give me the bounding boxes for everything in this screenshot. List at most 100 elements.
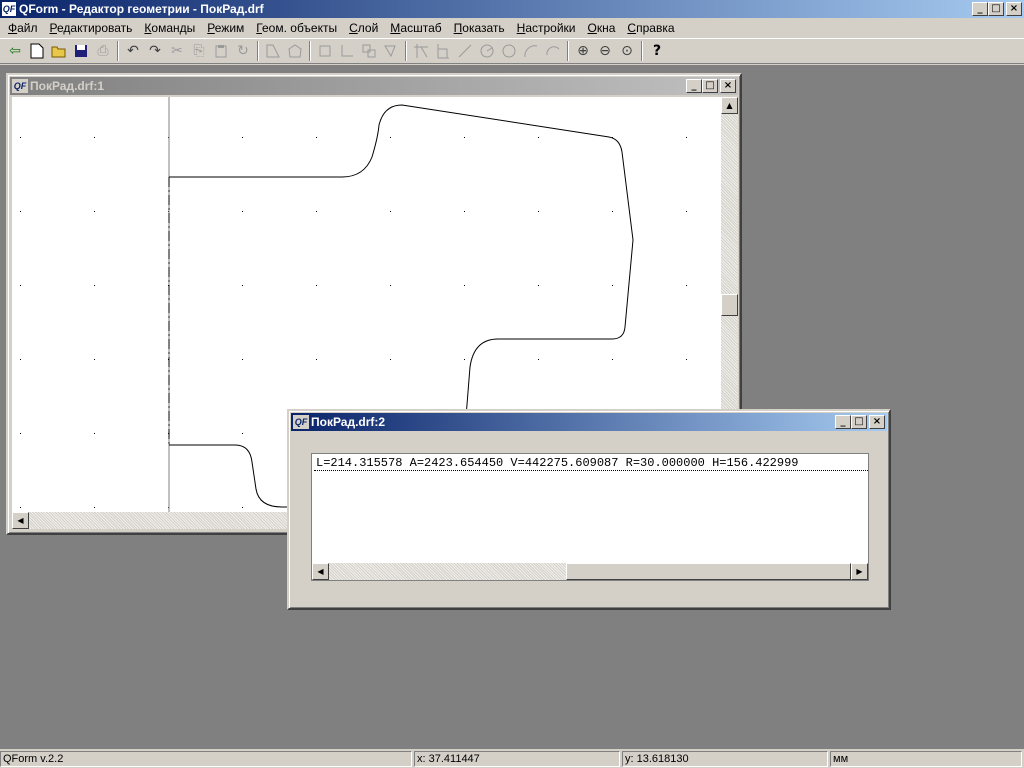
zoom-fit-icon[interactable]: ⊙ [616,40,638,62]
grid-dot [316,285,317,286]
open-folder-icon[interactable] [48,40,70,62]
child-minimize-button[interactable]: _ [835,415,851,429]
polygon-points-icon[interactable] [284,40,306,62]
part-contour-lower [169,444,292,508]
grid-dot [390,137,391,138]
qform-doc-icon[interactable]: QF [293,415,309,429]
child-maximize-button[interactable]: □ [851,415,867,429]
arc-icon[interactable] [520,40,542,62]
grid-dot [242,285,243,286]
part-contour [169,104,634,418]
qform-doc-icon[interactable]: QF [12,79,28,93]
results-window-title-bar[interactable]: QF ПокРад.drf:2 _ □ × [291,413,887,431]
child-maximize-button[interactable]: □ [702,79,718,93]
qform-app-icon[interactable]: QF [1,1,17,17]
menu-layer[interactable]: Слой [343,21,384,35]
status-units: мм [830,751,1022,767]
toolbar-separator [567,41,569,61]
toolbar-separator [117,41,119,61]
grid-dot [94,285,95,286]
rectangle-icon[interactable] [314,40,336,62]
polygon-icon[interactable] [262,40,284,62]
menu-file[interactable]: Файл [2,21,44,35]
results-listbox[interactable]: L=214.315578 A=2423.654450 V=442275.6090… [311,453,869,581]
grid-dot [94,433,95,434]
move-icon[interactable] [358,40,380,62]
child-close-button[interactable]: × [720,79,736,93]
copy-icon[interactable]: ⎘ [188,40,210,62]
mdi-workspace: QF ПокРад.drf:1 _ □ × ▲ ◀ QF ПокРад.drf:… [0,65,1024,749]
menu-mode[interactable]: Режим [201,21,250,35]
zoom-in-icon[interactable]: ⊕ [572,40,594,62]
app-title-bar[interactable]: QF QForm - Редактор геометрии - ПокРад.d… [0,0,1024,18]
scroll-left-button[interactable]: ◀ [312,563,329,580]
child-minimize-button[interactable]: _ [686,79,702,93]
new-file-icon[interactable] [26,40,48,62]
toolbar-separator [309,41,311,61]
grid-dot [538,359,539,360]
vertical-scroll-thumb[interactable] [721,294,738,316]
arc-three-point-icon[interactable] [542,40,564,62]
circle-center-icon[interactable] [476,40,498,62]
status-bar: QForm v.2.2 x: 37.411447 y: 13.618130 мм [0,750,1024,768]
horizontal-scroll-thumb[interactable] [566,563,851,580]
grid-dot [390,211,391,212]
line-icon[interactable] [454,40,476,62]
undo-icon[interactable]: ↶ [122,40,144,62]
rotate-icon[interactable] [380,40,402,62]
scroll-up-button[interactable]: ▲ [721,97,738,114]
scroll-left-button[interactable]: ◀ [12,512,29,529]
maximize-button[interactable]: □ [988,2,1004,16]
grid-dot [612,211,613,212]
menu-edit[interactable]: Редактировать [44,21,139,35]
grid-dot [686,137,687,138]
grid-dot [94,507,95,508]
grid-dot [612,285,613,286]
grid-dot [242,137,243,138]
grid-dot [242,507,243,508]
close-button[interactable]: × [1006,2,1022,16]
menu-geom-objects[interactable]: Геом. объекты [250,21,343,35]
menu-commands[interactable]: Команды [138,21,201,35]
circle-icon[interactable] [498,40,520,62]
menu-scale[interactable]: Масштаб [384,21,447,35]
trim-icon[interactable] [410,40,432,62]
toolbar: ⇦ ⎙ ↶ ↷ ✂ ⎘ ↻ ⊕ ⊖ ⊙ ? [0,38,1024,64]
status-version: QForm v.2.2 [0,751,412,767]
geometry-window-title-bar[interactable]: QF ПокРад.drf:1 _ □ × [10,77,738,95]
status-y-coordinate: y: 13.618130 [622,751,828,767]
child-close-button[interactable]: × [869,415,885,429]
grid-dot [686,211,687,212]
results-horizontal-scrollbar[interactable]: ◀ ▶ [312,563,868,580]
menu-settings[interactable]: Настройки [511,21,582,35]
minimize-button[interactable]: _ [972,2,988,16]
extend-icon[interactable] [432,40,454,62]
grid-dot [316,359,317,360]
menu-windows[interactable]: Окна [582,21,622,35]
grid-dot [316,137,317,138]
grid-dot [390,285,391,286]
help-icon[interactable]: ? [646,40,668,62]
save-icon[interactable] [70,40,92,62]
result-line[interactable]: L=214.315578 A=2423.654450 V=442275.6090… [314,456,868,471]
scroll-right-button[interactable]: ▶ [851,563,868,580]
grid-dot [538,211,539,212]
exit-icon[interactable]: ⇦ [4,40,26,62]
paste-icon[interactable] [210,40,232,62]
menu-show[interactable]: Показать [448,21,511,35]
refresh-icon[interactable]: ↻ [232,40,254,62]
grid-dot [686,285,687,286]
grid-dot [94,359,95,360]
print-icon[interactable]: ⎙ [92,40,114,62]
zoom-out-icon[interactable]: ⊖ [594,40,616,62]
cut-icon[interactable]: ✂ [166,40,188,62]
grid-dot [242,359,243,360]
menu-help[interactable]: Справка [621,21,680,35]
grid-dot [20,211,21,212]
corner-icon[interactable] [336,40,358,62]
grid-dot [464,359,465,360]
results-window[interactable]: QF ПокРад.drf:2 _ □ × L=214.315578 A=242… [287,409,891,610]
grid-dot [94,137,95,138]
grid-dot [390,359,391,360]
redo-icon[interactable]: ↷ [144,40,166,62]
